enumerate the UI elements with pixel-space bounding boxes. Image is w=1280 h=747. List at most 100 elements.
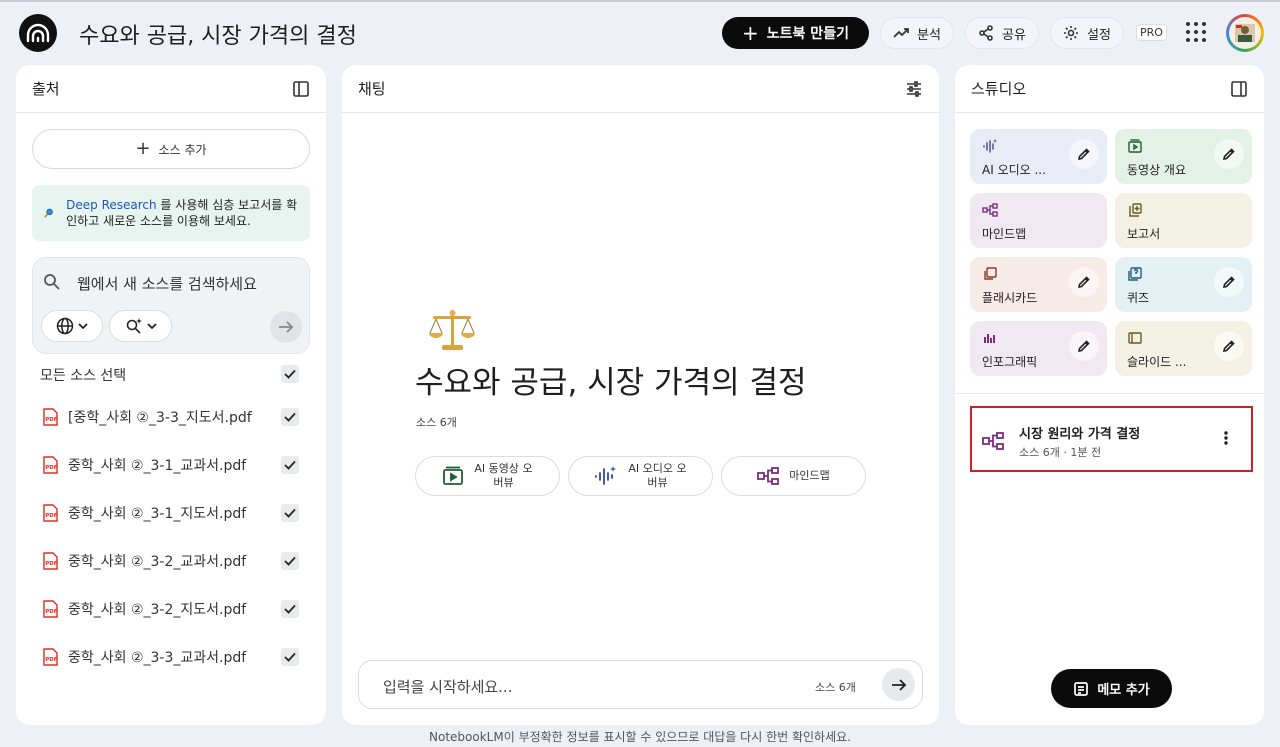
pdf-icon: PDF (43, 456, 58, 474)
studio-tile-label: 플래시카드 (982, 291, 1038, 305)
video-overview-label: AI 동영상 오 버뷰 (474, 462, 533, 489)
edit-button[interactable] (1069, 331, 1099, 361)
studio-tile[interactable]: 인포그래픽 (970, 321, 1107, 376)
add-source-label: 소스 추가 (158, 142, 207, 157)
edit-button[interactable] (1214, 267, 1244, 297)
add-source-button[interactable]: + 소스 추가 (32, 129, 310, 169)
studio-tile[interactable]: 동영상 개요 (1115, 129, 1252, 184)
studio-tile[interactable]: 마인드맵 (970, 193, 1107, 248)
edit-button[interactable] (1069, 139, 1099, 169)
svg-text:PDF: PDF (45, 657, 58, 663)
tune-icon[interactable] (905, 80, 923, 98)
sources-panel: 출처 + 소스 추가 Deep Research 를 사용해 심층 보고서를 확… (16, 65, 326, 725)
source-checkbox[interactable] (281, 456, 299, 474)
search-input[interactable]: 웹에서 새 소스를 검색하세요 (77, 273, 257, 294)
infographic-icon (984, 334, 995, 343)
add-memo-label: 메모 추가 (1097, 683, 1150, 698)
studio-tile[interactable]: 플래시카드 (970, 257, 1107, 312)
select-all-checkbox[interactable] (281, 365, 299, 383)
studio-tile-label: 인포그래픽 (982, 355, 1038, 369)
send-button[interactable] (882, 668, 915, 701)
edit-button[interactable] (1214, 331, 1244, 361)
note-subtitle: 소스 6개 · 1분 전 (1019, 446, 1102, 459)
notebook-title[interactable]: 수요와 공급, 시장 가격의 결정 (79, 18, 357, 50)
share-button[interactable]: 공유 (965, 17, 1039, 49)
share-label: 공유 (1002, 27, 1026, 43)
video-overview-chip[interactable]: AI 동영상 오 버뷰 (415, 456, 560, 496)
divider (955, 112, 1264, 113)
chevron-down-icon (146, 323, 157, 330)
settings-button[interactable]: 설정 (1050, 17, 1124, 49)
note-title: 시장 원리와 가격 결정 (1019, 427, 1141, 442)
avatar[interactable] (1226, 14, 1264, 52)
source-file-name: 중학_사회 ②_3-1_교과서.pdf (68, 458, 247, 474)
deep-research-banner[interactable]: Deep Research 를 사용해 심층 보고서를 확인하고 새로운 소스를… (32, 185, 310, 241)
flashcards-icon (984, 267, 997, 280)
deep-research-link[interactable]: Deep Research (66, 198, 156, 212)
studio-tile[interactable]: 보고서 (1115, 193, 1252, 248)
apps-grid-icon[interactable] (1186, 22, 1206, 42)
source-checkbox[interactable] (281, 600, 299, 618)
mindmap-icon (757, 467, 780, 485)
search-icon (44, 274, 60, 290)
analytics-button[interactable]: 분석 (880, 17, 954, 49)
studio-tile[interactable]: AI 오디오 ... (970, 129, 1107, 184)
source-file-row[interactable]: PDF 중학_사회 ②_3-3_교과서.pdf (42, 645, 304, 669)
source-file-row[interactable]: PDF 중학_사회 ②_3-1_지도서.pdf (42, 501, 304, 525)
more-vert-icon[interactable] (1224, 431, 1228, 445)
video-overview-icon (1128, 139, 1142, 153)
source-file-name: 중학_사회 ②_3-2_지도서.pdf (68, 602, 247, 618)
source-file-row[interactable]: PDF [중학_사회 ②_3-3_지도서.pdf (42, 405, 304, 429)
source-checkbox[interactable] (281, 552, 299, 570)
web-source-dropdown[interactable] (41, 310, 103, 342)
collapse-panel-icon[interactable] (292, 80, 310, 98)
source-checkbox[interactable] (281, 408, 299, 426)
audio-overview-icon (983, 139, 997, 153)
pencil-icon (1222, 340, 1235, 353)
collapse-panel-icon[interactable] (1230, 80, 1248, 98)
edit-button[interactable] (1069, 267, 1099, 297)
pencil-icon (1222, 148, 1235, 161)
source-file-name: 중학_사회 ②_3-1_지도서.pdf (68, 506, 247, 522)
studio-tile[interactable]: 슬라이드 ... (1115, 321, 1252, 376)
pencil-icon (1077, 340, 1090, 353)
source-file-name: 중학_사회 ②_3-2_교과서.pdf (68, 554, 247, 570)
studio-tile[interactable]: 퀴즈 (1115, 257, 1252, 312)
source-file-name: 중학_사회 ②_3-3_교과서.pdf (68, 650, 247, 666)
source-file-row[interactable]: PDF 중학_사회 ②_3-2_지도서.pdf (42, 597, 304, 621)
create-notebook-button[interactable]: + 노트북 만들기 (722, 17, 869, 49)
pdf-icon: PDF (43, 408, 58, 426)
chat-input-box[interactable]: 입력을 시작하세요... 소스 6개 (358, 660, 923, 709)
edit-button[interactable] (1214, 139, 1244, 169)
top-bar: 수요와 공급, 시장 가격의 결정 + 노트북 만들기 분석 공유 설정 PRO (0, 0, 1280, 64)
select-all-label: 모든 소스 선택 (40, 368, 127, 384)
add-memo-button[interactable]: 메모 추가 (1051, 669, 1172, 708)
audio-overview-chip[interactable]: AI 오디오 오 버뷰 (568, 456, 713, 496)
slides-icon (1128, 332, 1142, 344)
studio-tile-label: 마인드맵 (982, 227, 1027, 241)
studio-title: 스튜디오 (971, 80, 1027, 98)
balance-scale-icon (429, 310, 475, 350)
source-checkbox[interactable] (281, 504, 299, 522)
pdf-icon: PDF (43, 600, 58, 618)
svg-text:PDF: PDF (45, 417, 58, 423)
notebooklm-logo-icon[interactable] (19, 14, 57, 52)
saved-note-item[interactable]: 시장 원리와 가격 결정 소스 6개 · 1분 전 (970, 406, 1253, 472)
mindmap-chip[interactable]: 마인드맵 (721, 456, 866, 496)
chat-input[interactable]: 입력을 시작하세요... (383, 676, 512, 697)
search-submit-button[interactable] (270, 311, 302, 343)
disclaimer-footer: NotebookLM이 부정확한 정보를 표시할 수 있으므로 대답을 다시 한… (429, 730, 851, 744)
globe-icon (56, 317, 74, 335)
source-checkbox[interactable] (281, 648, 299, 666)
divider (16, 112, 326, 113)
research-mode-dropdown[interactable] (109, 310, 172, 342)
source-file-row[interactable]: PDF 중학_사회 ②_3-1_교과서.pdf (42, 453, 304, 477)
sparkle-search-icon (126, 318, 142, 334)
source-file-row[interactable]: PDF 중학_사회 ②_3-2_교과서.pdf (42, 549, 304, 573)
plus-icon: + (135, 138, 151, 159)
deep-research-text: Deep Research 를 사용해 심층 보고서를 확인하고 새로운 소스를… (66, 197, 300, 229)
arrow-right-icon (891, 678, 906, 691)
pro-badge: PRO (1136, 24, 1167, 41)
chevron-down-icon (78, 323, 88, 330)
audio-overview-label: AI 오디오 오 버뷰 (628, 462, 687, 489)
